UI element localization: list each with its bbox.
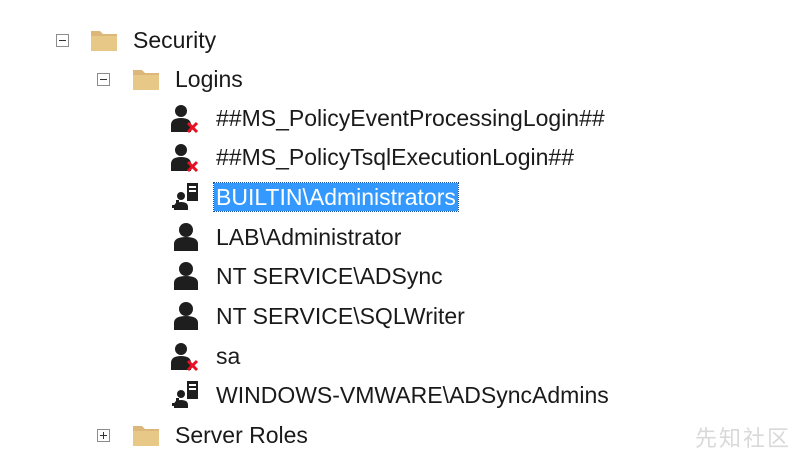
tree-node-logins[interactable]: Logins bbox=[0, 59, 300, 99]
login-item[interactable]: ##MS_PolicyTsqlExecutionLogin## bbox=[0, 137, 700, 177]
group-login-icon bbox=[172, 183, 198, 210]
login-item[interactable]: LAB\Administrator bbox=[0, 217, 700, 257]
object-explorer-tree: Security Logins ##MS_PolicyEventProcessi… bbox=[0, 0, 805, 459]
login-label: sa bbox=[216, 343, 241, 369]
disabled-login-icon bbox=[171, 144, 199, 173]
folder-icon bbox=[133, 70, 159, 90]
login-item[interactable]: sa bbox=[0, 336, 700, 376]
tree-node-security[interactable]: Security bbox=[0, 20, 300, 60]
clipped-item-fragment bbox=[128, 0, 318, 8]
tree-node-label: Security bbox=[133, 27, 217, 53]
user-login-icon bbox=[174, 302, 198, 330]
collapse-logins-toggle[interactable] bbox=[97, 73, 110, 86]
clipped-tree-item bbox=[128, 0, 318, 8]
disabled-login-icon bbox=[171, 105, 199, 134]
login-label: ##MS_PolicyEventProcessingLogin## bbox=[216, 105, 605, 131]
tree-node-server-roles[interactable]: Server Roles bbox=[0, 415, 400, 455]
login-item[interactable]: NT SERVICE\SQLWriter bbox=[0, 296, 700, 336]
login-item[interactable]: NT SERVICE\ADSync bbox=[0, 256, 700, 296]
login-item[interactable]: BUILTIN\Administrators bbox=[0, 177, 700, 217]
login-item[interactable]: WINDOWS-VMWARE\ADSyncAdmins bbox=[0, 375, 760, 415]
collapse-security-toggle[interactable] bbox=[56, 34, 69, 47]
tree-node-label: Server Roles bbox=[175, 422, 308, 448]
folder-icon bbox=[133, 426, 159, 446]
login-label: NT SERVICE\SQLWriter bbox=[216, 303, 465, 329]
login-label: WINDOWS-VMWARE\ADSyncAdmins bbox=[216, 382, 609, 408]
disabled-login-icon bbox=[171, 343, 199, 372]
watermark-text: 先知社区 bbox=[694, 427, 791, 452]
user-login-icon bbox=[174, 223, 198, 251]
folder-icon bbox=[91, 31, 117, 51]
group-login-icon bbox=[172, 381, 198, 408]
login-label: LAB\Administrator bbox=[216, 224, 402, 250]
login-label: ##MS_PolicyTsqlExecutionLogin## bbox=[216, 144, 574, 170]
tree-node-label: Logins bbox=[175, 66, 243, 92]
user-login-icon bbox=[174, 262, 198, 290]
expand-server-roles-toggle[interactable] bbox=[97, 429, 110, 442]
login-item[interactable]: ##MS_PolicyEventProcessingLogin## bbox=[0, 98, 700, 138]
login-label: NT SERVICE\ADSync bbox=[216, 263, 443, 289]
login-label: BUILTIN\Administrators bbox=[213, 182, 459, 212]
